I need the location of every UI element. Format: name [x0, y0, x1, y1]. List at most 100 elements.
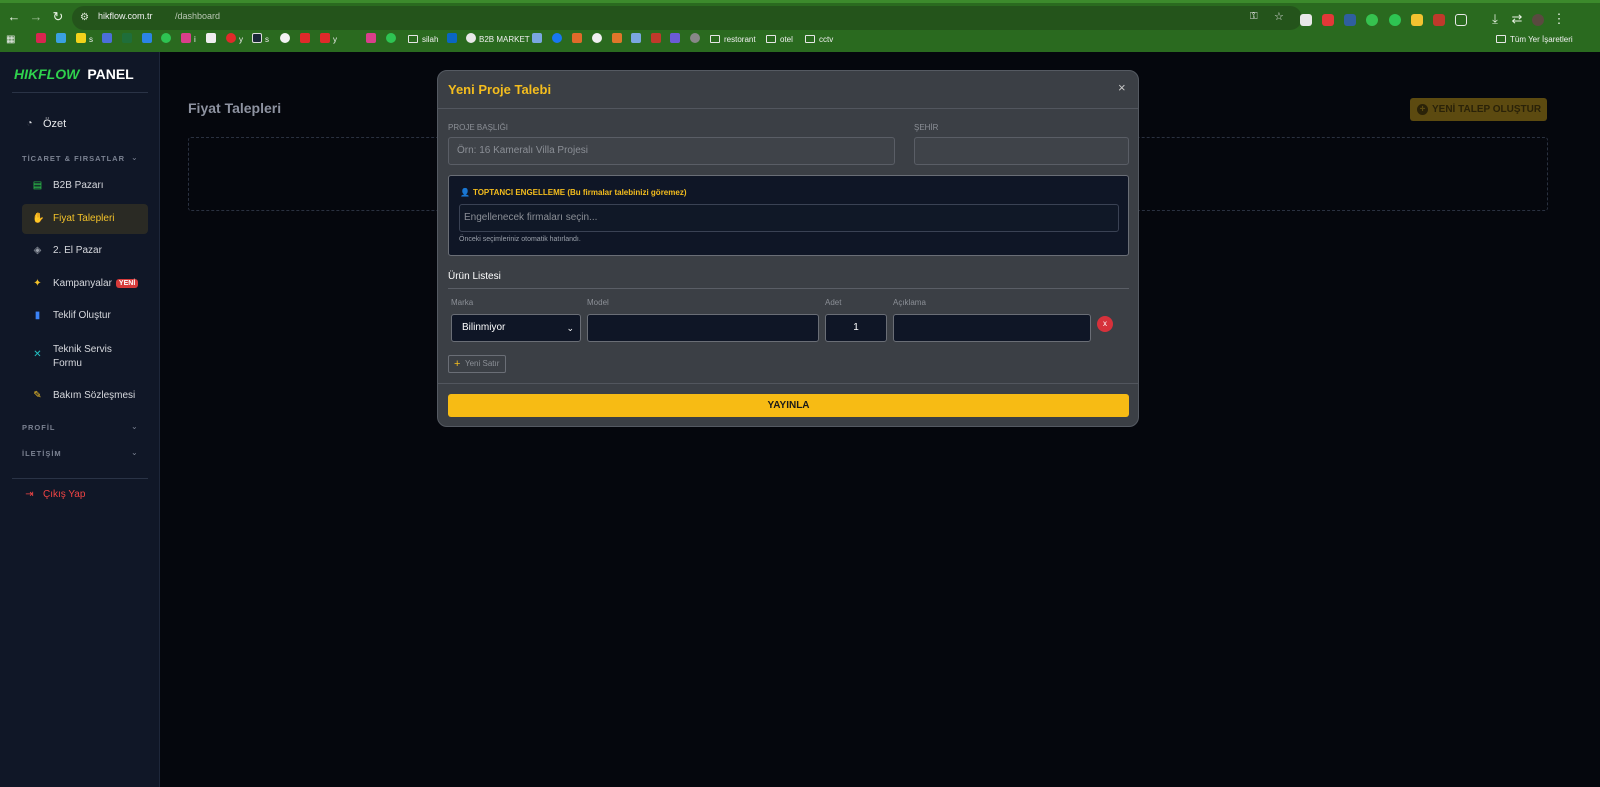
bookmark[interactable]: y — [320, 33, 337, 47]
extension-icon[interactable] — [1300, 14, 1312, 26]
extension-icon[interactable] — [1344, 14, 1356, 26]
bookmark[interactable] — [592, 33, 605, 47]
apps-icon[interactable]: ▦ — [6, 33, 15, 47]
bookmark[interactable] — [206, 33, 219, 47]
sidebar-item-create-offer[interactable]: ▮ Teklif Oluştur — [22, 301, 148, 331]
bookmark[interactable] — [56, 33, 69, 47]
brand-value: Bilinmiyor — [462, 322, 506, 333]
bookmark[interactable] — [552, 33, 565, 47]
sidebar-item-campaigns[interactable]: ✦ Kampanyalar YENİ — [22, 269, 148, 299]
publish-button[interactable]: YAYINLA — [448, 394, 1129, 417]
model-input[interactable] — [587, 314, 819, 342]
new-request-label: YENİ TALEP OLUŞTUR — [1432, 104, 1542, 115]
add-row-button[interactable]: + Yeni Satır — [448, 355, 506, 373]
bookmark[interactable]: s — [76, 33, 93, 47]
extension-icon[interactable] — [1411, 14, 1423, 26]
bookmark[interactable] — [690, 33, 703, 47]
back-icon[interactable]: ← — [5, 8, 23, 26]
bookmark[interactable] — [36, 33, 49, 47]
bookmark-folder[interactable]: cctv — [805, 33, 833, 47]
all-bookmarks-folder[interactable]: Tüm Yer İşaretleri — [1496, 33, 1573, 47]
section-trade[interactable]: TİCARET & FIRSATLAR — [22, 154, 125, 163]
avatar[interactable] — [1532, 14, 1544, 26]
extension-icon[interactable] — [1322, 14, 1334, 26]
forward-icon[interactable]: → — [27, 8, 45, 26]
sidebar-item-b2b[interactable]: ▤ B2B Pazarı — [22, 171, 148, 201]
contract-icon: ✎ — [33, 390, 42, 401]
star-icon[interactable]: ☆ — [1274, 10, 1284, 23]
bookmark[interactable]: y — [226, 33, 243, 47]
block-hint: Önceki seçimleriniz otomatik hatırlandı. — [459, 236, 581, 243]
logout-label: Çıkış Yap — [43, 489, 86, 500]
bookmark[interactable] — [532, 33, 545, 47]
divider — [448, 288, 1129, 289]
divider — [438, 383, 1138, 384]
chevron-down-icon[interactable]: ⌄ — [131, 448, 138, 457]
bookmark[interactable] — [670, 33, 683, 47]
sidebar-item-summary[interactable]: ◔ Özet — [14, 109, 140, 139]
block-companies-select[interactable]: Engellenecek firmaları seçin... — [459, 204, 1119, 232]
sidebar-item-price-requests[interactable]: ✋ Fiyat Talepleri — [22, 204, 148, 234]
pie-chart-icon: ◔ — [26, 118, 33, 129]
bookmark[interactable] — [651, 33, 664, 47]
project-title-label: PROJE BAŞLIĞI — [448, 123, 509, 132]
sidebar-item-tech-service[interactable]: ✕ Teknik Servis Formu — [22, 335, 148, 375]
bookmark[interactable] — [631, 33, 644, 47]
section-contact[interactable]: İLETİŞİM — [22, 449, 62, 458]
bookmark[interactable] — [572, 33, 585, 47]
bookmark[interactable] — [300, 33, 313, 47]
product-list-title: Ürün Listesi — [448, 271, 501, 282]
chevron-down-icon[interactable]: ⌄ — [131, 153, 138, 162]
bookmarks-bar: ▦ s i y s y silah B2B MARKET restorant o… — [0, 31, 1600, 49]
section-profile[interactable]: PROFİL — [22, 423, 56, 432]
sidebar-item-maintenance[interactable]: ✎ Bakım Sözleşmesi — [22, 381, 148, 411]
bookmark[interactable] — [366, 33, 379, 47]
new-request-button[interactable]: + YENİ TALEP OLUŞTUR — [1410, 98, 1547, 121]
bookmark[interactable] — [612, 33, 625, 47]
menu-icon[interactable]: ⋮ — [1550, 10, 1568, 28]
site-settings-icon[interactable]: ⚙ — [80, 12, 89, 23]
logout-button[interactable]: ⇥ Çıkış Yap — [14, 480, 140, 510]
bookmark[interactable] — [161, 33, 174, 47]
desc-input[interactable] — [893, 314, 1091, 342]
bookmark[interactable] — [102, 33, 115, 47]
logo-panel: PANEL — [87, 66, 134, 82]
remove-row-button[interactable]: x — [1097, 316, 1113, 332]
url-path: /dashboard — [175, 11, 221, 21]
extension-icon[interactable] — [1433, 14, 1445, 26]
key-icon[interactable]: ⚿ — [1250, 11, 1258, 22]
bookmark[interactable] — [447, 33, 460, 47]
sidebar-item-second-hand[interactable]: ◈ 2. El Pazar — [22, 236, 148, 266]
translate-icon[interactable]: ⇄ — [1508, 10, 1526, 28]
reload-icon[interactable]: ↻ — [49, 8, 67, 26]
extension-icon[interactable] — [1389, 14, 1401, 26]
bookmark-folder[interactable]: restorant — [710, 33, 756, 47]
store-icon: ▤ — [32, 180, 43, 191]
puzzle-icon[interactable] — [1455, 14, 1467, 26]
qty-input[interactable]: 1 — [825, 314, 887, 342]
bookmark[interactable] — [122, 33, 135, 47]
chevron-down-icon[interactable]: ⌄ — [131, 422, 138, 431]
plus-circle-icon: + — [1417, 104, 1428, 115]
sidebar-item-label: Teknik Servis Formu — [53, 343, 112, 371]
city-input[interactable] — [914, 137, 1129, 165]
download-icon[interactable]: ⤓ — [1486, 10, 1504, 28]
brand-select[interactable]: Bilinmiyor ⌄ — [451, 314, 581, 342]
bookmark[interactable]: s — [252, 33, 269, 47]
bookmark-folder[interactable]: otel — [766, 33, 793, 47]
sidebar-item-label: Fiyat Talepleri — [53, 213, 115, 224]
logo[interactable]: HIKFLOW PANEL — [14, 66, 134, 82]
bookmark[interactable] — [142, 33, 155, 47]
logout-icon: ⇥ — [25, 489, 34, 500]
bookmark[interactable]: B2B MARKET — [466, 33, 530, 47]
address-bar[interactable]: ⚙ hikflow.com.tr /dashboard ⚿ ☆ — [72, 6, 1302, 30]
user-block-icon: 👤 — [460, 188, 470, 197]
bookmark[interactable] — [386, 33, 399, 47]
divider — [12, 92, 148, 93]
close-icon[interactable]: × — [1118, 80, 1126, 95]
bookmark[interactable]: i — [181, 33, 196, 47]
project-title-input[interactable]: Örn: 16 Kameralı Villa Projesi — [448, 137, 895, 165]
bookmark-folder[interactable]: silah — [408, 33, 438, 47]
extension-icon[interactable] — [1366, 14, 1378, 26]
bookmark[interactable] — [280, 33, 293, 47]
